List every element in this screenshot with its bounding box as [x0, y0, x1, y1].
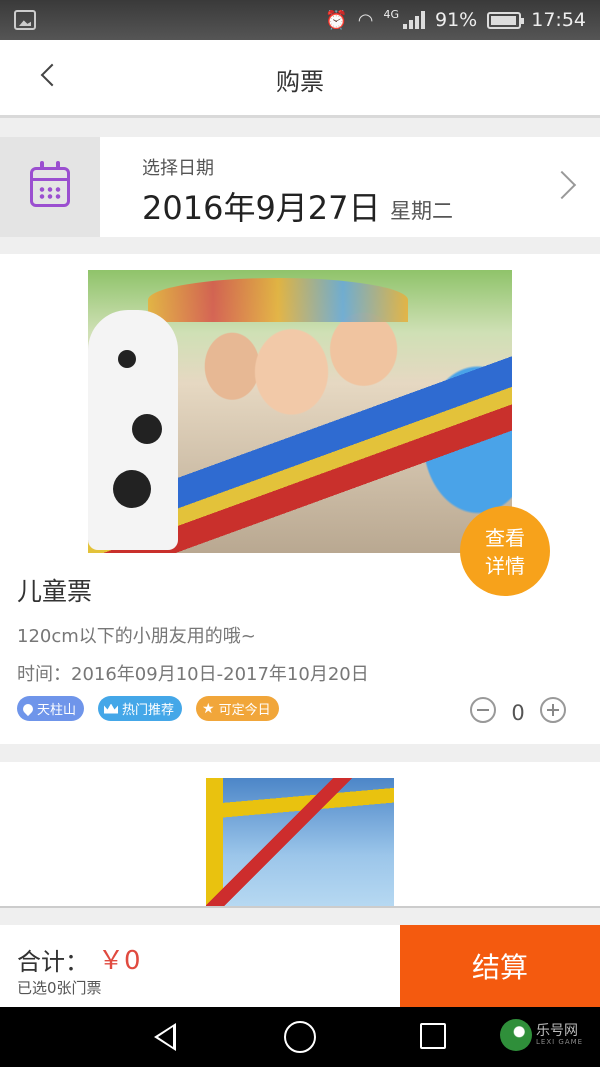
ticket-name: 儿童票 [17, 577, 93, 606]
watermark-logo-icon [500, 1019, 532, 1051]
ticket-photo-2 [206, 778, 394, 906]
tag-hot: 热门推荐 [98, 696, 183, 721]
increase-quantity-button[interactable] [540, 697, 566, 723]
chevron-right-icon[interactable] [547, 170, 577, 200]
tag-bookable-today: ★ 可定今日 [196, 696, 279, 721]
crown-icon [104, 703, 119, 714]
status-bar: ⏰ ◠ 4G 91% 17:54 [0, 0, 600, 40]
gallery-notification-icon [14, 10, 36, 30]
ticket-description: 120cm以下的小朋友用的哦~ [17, 626, 256, 647]
alarm-icon: ⏰ [325, 9, 348, 31]
selected-weekday: 星期二 [390, 199, 453, 223]
calendar-icon [30, 161, 70, 207]
calendar-icon-box [0, 137, 100, 237]
page-title: 购票 [276, 68, 324, 96]
watermark-subtext: LEXI GAME [536, 1038, 584, 1046]
location-pin-icon [20, 701, 36, 716]
system-nav-bar: 乐号网 LEXI GAME [0, 1007, 600, 1067]
checkout-button[interactable]: 结算 [400, 925, 600, 1007]
watermark-text: 乐号网 [536, 1023, 578, 1039]
nav-recents-icon[interactable] [420, 1023, 446, 1049]
quantity-stepper: 0 [470, 695, 566, 725]
star-icon: ★ [202, 700, 215, 717]
ticket-card: 查看 详情 儿童票 120cm以下的小朋友用的哦~ 时间：2016年09月10日… [0, 254, 600, 744]
clock: 17:54 [531, 9, 586, 31]
date-selector[interactable]: 选择日期 2016年9月27日 星期二 [0, 137, 600, 237]
battery-icon [487, 11, 525, 29]
view-details-button[interactable]: 查看 详情 [460, 506, 550, 596]
ticket-card-2 [0, 762, 600, 908]
battery-percent: 91% [435, 9, 478, 31]
watermark: 乐号网 LEXI GAME [500, 1019, 583, 1051]
network-type: 4G [383, 7, 399, 21]
wifi-icon: ◠ [357, 9, 374, 31]
ticket-tags: 天柱山 热门推荐 ★ 可定今日 [17, 696, 279, 721]
selected-count: 已选0张门票 [17, 979, 102, 997]
ticket-validity: 时间：2016年09月10日-2017年10月20日 [17, 664, 369, 685]
quantity-value: 0 [511, 701, 525, 725]
ticket-photo [88, 270, 512, 553]
view-details-line-2: 详情 [485, 554, 525, 578]
nav-back-icon[interactable] [154, 1023, 176, 1051]
tag-location: 天柱山 [17, 696, 85, 721]
selected-date: 2016年9月27日 [142, 189, 381, 227]
checkout-bar: 合计： ￥0 已选0张门票 结算 [0, 925, 600, 1007]
total-label: 合计： [17, 948, 89, 976]
decrease-quantity-button[interactable] [470, 697, 496, 723]
view-details-line-1: 查看 [485, 526, 525, 550]
signal-icon [403, 11, 425, 29]
nav-home-icon[interactable] [284, 1021, 316, 1053]
total-price: ￥0 [98, 946, 141, 976]
date-label: 选择日期 [142, 158, 214, 179]
header-bar: 购票 [0, 40, 600, 118]
